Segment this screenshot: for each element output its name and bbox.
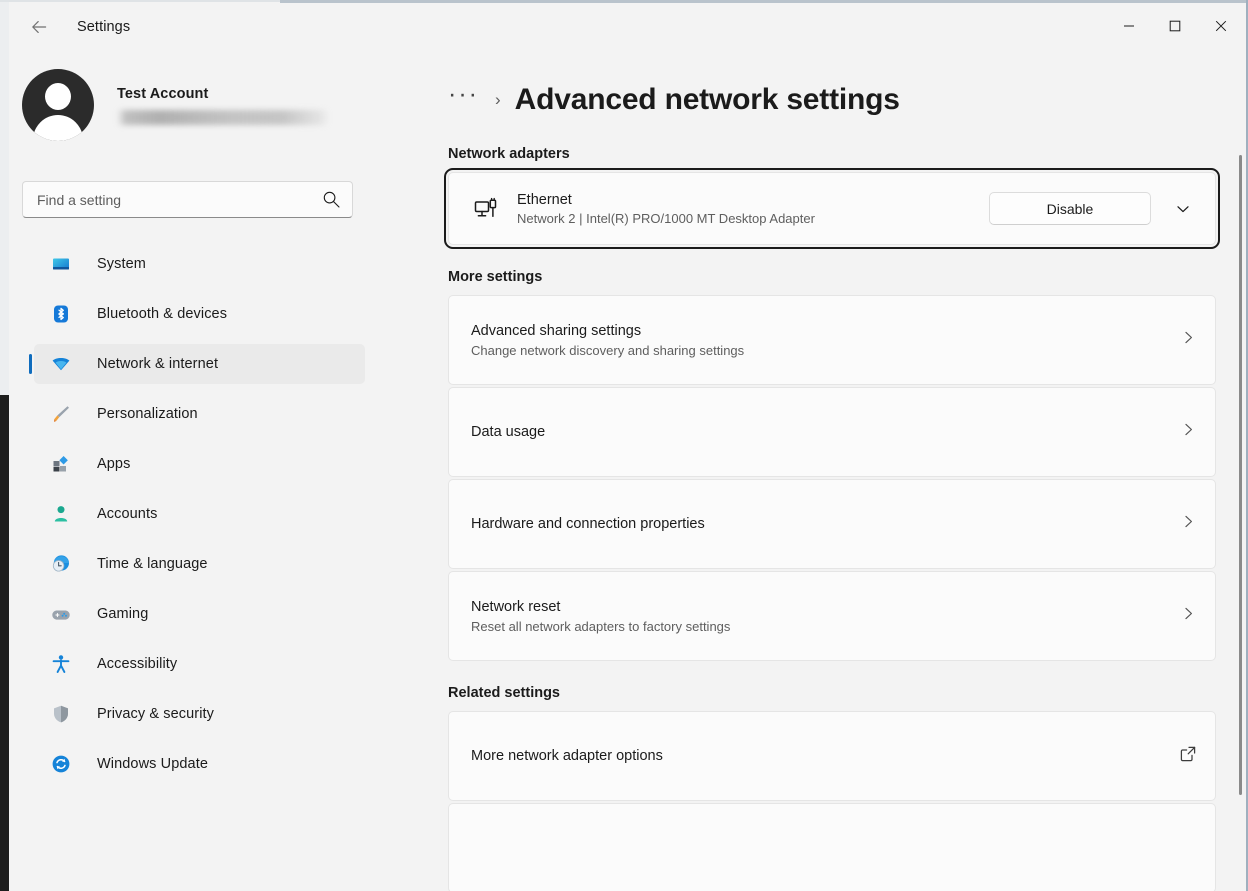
accessibility-person-icon [50,653,72,675]
sidebar-item-label: Apps [97,456,130,472]
setting-title: Advanced sharing settings [471,323,1180,339]
system-monitor-icon [50,253,72,275]
desktop-background-strip [0,395,9,891]
setting-text: Hardware and connection properties [471,516,1180,532]
breadcrumb-overflow-button[interactable]: ··· [448,89,479,111]
back-button[interactable] [21,11,57,43]
sidebar-item-apps[interactable]: Apps [34,444,365,484]
clock-globe-icon [50,553,72,575]
section-heading-related-settings: Related settings [448,685,1246,701]
sidebar-item-label: Accessibility [97,656,177,672]
avatar [22,69,94,141]
setting-title: Hardware and connection properties [471,516,1180,532]
sidebar-item-label: Accounts [97,506,157,522]
apps-grid-icon [50,453,72,475]
main-content: ··· › Advanced network settings Network … [422,51,1246,891]
chevron-right-icon [1180,421,1197,443]
sidebar-item-personalization[interactable]: Personalization [34,394,365,434]
setting-text: Advanced sharing settings Change network… [471,323,1180,358]
data-usage-card[interactable]: Data usage [448,387,1216,477]
adapter-name: Ethernet [517,192,989,208]
page-title: Advanced network settings [515,83,900,117]
paintbrush-icon [50,403,72,425]
settings-window: Settings [0,0,1248,891]
search-box [22,181,353,218]
section-heading-more-settings: More settings [448,269,1246,285]
sidebar-item-label: Time & language [97,556,208,572]
app-title: Settings [77,19,130,35]
account-name: Test Account [117,86,329,102]
setting-text: Data usage [471,424,1180,440]
account-text: Test Account [117,86,329,125]
avatar-body [33,115,83,141]
sidebar-item-time-language[interactable]: Time & language [34,544,365,584]
chevron-down-icon [1175,201,1191,217]
wifi-icon [50,353,72,375]
avatar-head [45,83,71,110]
network-reset-card[interactable]: Network reset Reset all network adapters… [448,571,1216,661]
search-input[interactable] [22,181,353,218]
section-heading-network-adapters: Network adapters [448,146,1246,162]
sidebar-item-system[interactable]: System [34,244,365,284]
adapter-text: Ethernet Network 2 | Intel(R) PRO/1000 M… [517,192,989,226]
close-icon [1215,20,1227,32]
sidebar-item-label: Privacy & security [97,706,214,722]
sidebar-item-label: Network & internet [97,356,218,372]
back-arrow-icon [29,17,49,37]
advanced-sharing-settings-card[interactable]: Advanced sharing settings Change network… [448,295,1216,385]
adapter-expand-button[interactable] [1165,193,1201,225]
minimize-button[interactable] [1106,3,1152,48]
gamepad-icon [50,603,72,625]
window-controls [1106,3,1244,48]
sidebar-item-label: System [97,256,146,272]
setting-text: Network reset Reset all network adapters… [471,599,1180,634]
sidebar-item-label: Personalization [97,406,198,422]
hardware-connection-properties-card[interactable]: Hardware and connection properties [448,479,1216,569]
sidebar-item-privacy-security[interactable]: Privacy & security [34,694,365,734]
sidebar-item-network-internet[interactable]: Network & internet [34,344,365,384]
sidebar-item-label: Windows Update [97,756,208,772]
setting-subtitle: Reset all network adapters to factory se… [471,619,1180,634]
ethernet-adapter-card[interactable]: Ethernet Network 2 | Intel(R) PRO/1000 M… [448,172,1216,245]
account-section[interactable]: Test Account [22,65,422,145]
adapter-subtitle: Network 2 | Intel(R) PRO/1000 MT Desktop… [517,211,989,226]
setting-subtitle: Change network discovery and sharing set… [471,343,1180,358]
active-indicator-pill [29,354,32,374]
sidebar: Test Account [9,51,422,891]
setting-text: More network adapter options [471,748,1179,764]
sidebar-nav: System Bluetooth & devices [9,244,422,784]
sidebar-item-accessibility[interactable]: Accessibility [34,644,365,684]
minimize-icon [1123,20,1135,32]
close-button[interactable] [1198,3,1244,48]
setting-title: Network reset [471,599,1180,615]
sidebar-item-windows-update[interactable]: Windows Update [34,744,365,784]
account-email-redacted [117,110,329,125]
ethernet-monitor-icon [471,194,501,224]
sidebar-item-label: Bluetooth & devices [97,306,227,322]
sidebar-item-bluetooth-devices[interactable]: Bluetooth & devices [34,294,365,334]
shield-icon [50,703,72,725]
person-icon [50,503,72,525]
chevron-right-icon [1180,513,1197,535]
maximize-icon [1169,20,1181,32]
breadcrumb-separator-icon: › [495,90,501,110]
breadcrumb: ··· › Advanced network settings [448,78,1246,122]
title-bar: Settings [9,3,1246,51]
bluetooth-icon [50,303,72,325]
maximize-button[interactable] [1152,3,1198,48]
partial-bottom-card[interactable] [448,803,1216,891]
sidebar-item-label: Gaming [97,606,148,622]
chevron-right-icon [1180,329,1197,351]
external-link-icon [1179,745,1197,768]
chevron-right-icon [1180,605,1197,627]
more-network-adapter-options-card[interactable]: More network adapter options [448,711,1216,801]
disable-button[interactable]: Disable [989,192,1151,225]
sidebar-item-accounts[interactable]: Accounts [34,494,365,534]
sidebar-item-gaming[interactable]: Gaming [34,594,365,634]
window-left-edge [0,0,9,395]
vertical-scrollbar-thumb[interactable] [1239,155,1242,795]
setting-title: Data usage [471,424,1180,440]
refresh-circle-icon [50,753,72,775]
setting-title: More network adapter options [471,748,1179,764]
